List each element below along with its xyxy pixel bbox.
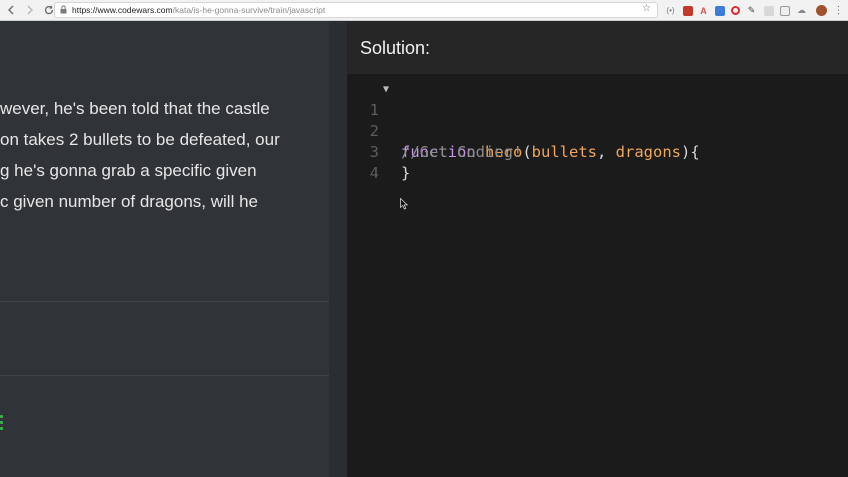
url-text: https://www.codewars.com/kata/is-he-gonn… [72, 5, 325, 15]
bookmark-star-icon[interactable]: ☆ [642, 3, 651, 14]
url-path: /kata/is-he-gonna-survive/train/javascri… [172, 5, 326, 15]
extension-gray-icon[interactable] [762, 4, 775, 17]
description-line: g he's gonna grab a specific given [0, 161, 257, 180]
kata-description-pane: wever, he's been told that the castle on… [0, 21, 329, 477]
divider [0, 301, 329, 302]
url-host: https://www.codewars.com [72, 5, 173, 15]
drag-handle-icon[interactable] [0, 415, 3, 430]
description-text: wever, he's been told that the castle on… [0, 93, 320, 217]
extension-blue-icon[interactable] [713, 4, 726, 17]
description-line: wever, he's been told that the castle [0, 99, 270, 118]
address-bar[interactable]: https://www.codewars.com/kata/is-he-gonn… [54, 2, 658, 18]
lock-icon [60, 4, 67, 16]
extension-wave-icon[interactable]: (•) [664, 4, 677, 17]
description-line: c given number of dragons, will he [0, 192, 258, 211]
mouse-cursor-icon [400, 198, 408, 210]
code-line[interactable]: 4 [347, 142, 848, 182]
fold-arrow-icon[interactable]: ▼ [383, 79, 389, 100]
line-number: 4 [369, 164, 379, 182]
extension-square-icon[interactable] [778, 4, 791, 17]
description-line: on takes 2 bullets to be defeated, our [0, 130, 280, 149]
extension-translate-icon[interactable]: A [697, 4, 710, 17]
code-line[interactable]: 1 ▼ function hero(bullets, dragons){ [347, 79, 848, 161]
code-line[interactable]: 2 //Get Coding! [347, 100, 848, 161]
extension-opera-icon[interactable] [729, 4, 742, 17]
forward-icon[interactable] [22, 2, 38, 18]
solution-title: Solution: [360, 38, 431, 58]
code-editor[interactable]: 1 ▼ function hero(bullets, dragons){ 2 /… [347, 74, 848, 477]
solution-pane: Solution: 1 ▼ function hero(bullets, dra… [347, 21, 848, 477]
menu-dots-icon[interactable]: ⋮ [832, 4, 845, 17]
browser-toolbar: https://www.codewars.com/kata/is-he-gonn… [0, 0, 848, 21]
extension-red-icon[interactable] [681, 4, 694, 17]
code-line[interactable]: 3 } [347, 121, 848, 182]
profile-avatar-icon[interactable] [815, 4, 828, 17]
pane-splitter[interactable] [329, 21, 347, 477]
divider [0, 375, 329, 376]
extension-pen-icon[interactable]: ✎ [745, 4, 758, 17]
extension-cloud-icon[interactable]: ☁ [795, 4, 808, 17]
back-icon[interactable] [3, 2, 19, 18]
